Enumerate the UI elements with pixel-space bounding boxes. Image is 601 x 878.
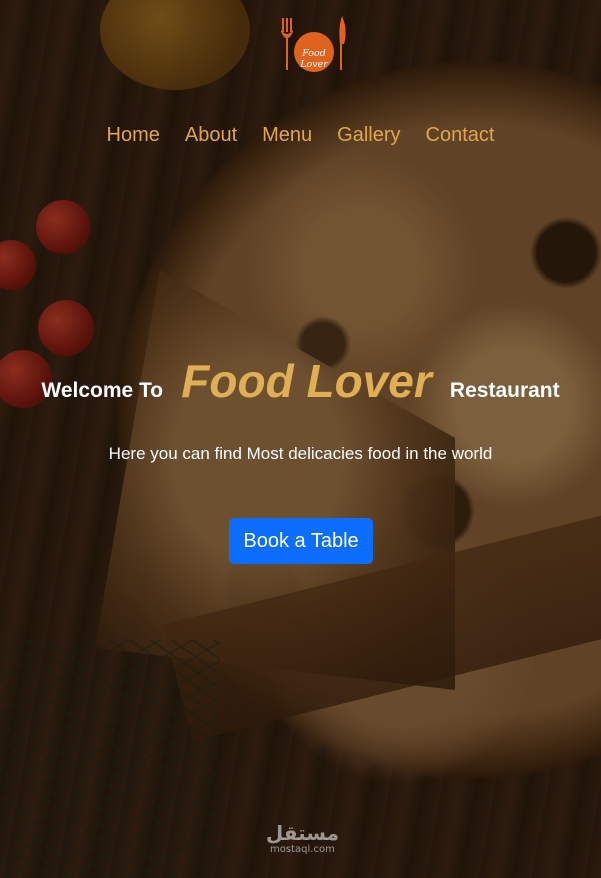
book-table-button[interactable]: Book a Table <box>229 518 373 564</box>
hero-heading-brand: Food Lover <box>181 355 432 407</box>
hero-heading-prefix: Welcome To <box>41 379 164 402</box>
hero-heading-suffix: Restaurant <box>449 379 560 402</box>
main-navigation: Home About Menu Gallery Contact <box>0 124 601 147</box>
watermark-arabic-text: مستقل <box>265 821 339 845</box>
hero-subtitle: Here you can find Most delicacies food i… <box>108 444 493 463</box>
watermark-latin-text: mostaql.com <box>270 844 335 855</box>
restaurant-logo[interactable]: Food Lover <box>276 14 350 76</box>
logo-text: Food Lover <box>300 48 328 70</box>
nav-home-link[interactable]: Home <box>107 124 160 147</box>
nav-contact-link[interactable]: Contact <box>426 124 495 147</box>
hero-heading: Welcome To Food Lover Restaurant <box>0 354 601 408</box>
nav-menu-link[interactable]: Menu <box>262 124 312 147</box>
nav-about-link[interactable]: About <box>185 124 237 147</box>
mostaql-watermark: مستقل mostaql.com <box>266 822 339 856</box>
nav-gallery-link[interactable]: Gallery <box>337 124 400 147</box>
